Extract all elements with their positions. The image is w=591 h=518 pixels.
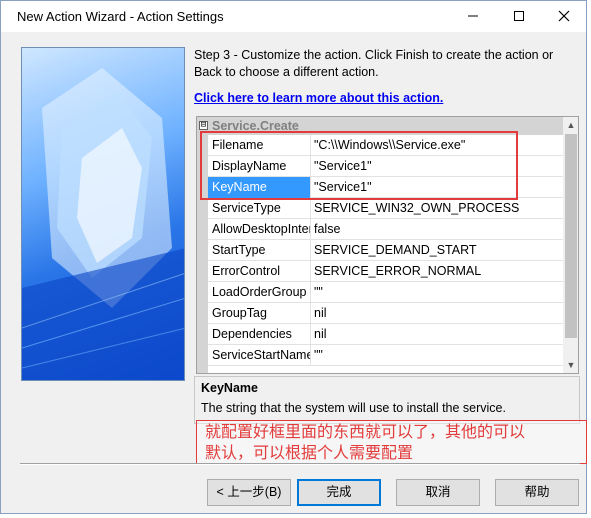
learn-more-link[interactable]: Click here to learn more about this acti… — [194, 91, 443, 105]
description-panel: KeyName The string that the system will … — [194, 376, 580, 424]
minimize-button[interactable] — [450, 1, 496, 32]
property-row[interactable]: KeyName "Service1" — [208, 177, 563, 198]
annotation-line-2: 默认，可以根据个人需要配置 — [205, 443, 414, 462]
help-button[interactable]: 帮助 — [495, 479, 579, 506]
wizard-banner-image — [21, 47, 185, 381]
property-name[interactable]: AllowDesktopInteract — [208, 219, 311, 240]
property-row[interactable]: StartType SERVICE_DEMAND_START — [208, 240, 563, 261]
property-name[interactable]: ServiceType — [208, 198, 311, 219]
property-name[interactable]: Dependencies — [208, 324, 311, 345]
maximize-button[interactable] — [496, 1, 542, 32]
scroll-thumb[interactable] — [565, 134, 577, 338]
property-rows: Filename "C:\\Windows\\Service.exe" Displa… — [208, 135, 563, 366]
property-name[interactable]: ServiceStartName — [208, 345, 311, 366]
window-title: New Action Wizard - Action Settings — [17, 9, 224, 24]
property-name[interactable]: Filename — [208, 135, 311, 156]
instructions-text: Step 3 - Customize the action. Click Fin… — [194, 48, 554, 79]
property-row[interactable]: AllowDesktopInteractfalse — [208, 219, 563, 240]
scroll-up-icon[interactable]: ▲ — [563, 117, 578, 133]
property-value[interactable]: "" — [312, 282, 563, 303]
cancel-button[interactable]: 取消 — [396, 479, 480, 506]
maximize-icon — [513, 9, 525, 25]
property-value[interactable]: nil — [312, 324, 563, 345]
property-value[interactable]: SERVICE_WIN32_OWN_PROCESS — [312, 198, 563, 219]
finish-button[interactable]: 完成 — [297, 479, 381, 506]
vertical-scrollbar[interactable]: ▲ ▼ — [563, 117, 578, 373]
property-row[interactable]: Dependencies nil — [208, 324, 563, 345]
property-row[interactable]: ServiceType SERVICE_WIN32_OWN_PROCESS — [208, 198, 563, 219]
property-row[interactable]: Filename "C:\\Windows\\Service.exe" — [208, 135, 563, 156]
property-value[interactable]: false — [312, 219, 563, 240]
property-row[interactable]: LoadOrderGroup "" — [208, 282, 563, 303]
description-text: The string that the system will use to i… — [201, 401, 506, 415]
property-row[interactable]: DisplayName "Service1" — [208, 156, 563, 177]
property-name[interactable]: LoadOrderGroup — [208, 282, 311, 303]
close-icon — [558, 9, 570, 25]
property-value[interactable]: "C:\\Windows\\Service.exe" — [312, 135, 563, 156]
wizard-window: New Action Wizard - Action Settings Step… — [0, 0, 587, 514]
property-value[interactable]: SERVICE_DEMAND_START — [312, 240, 563, 261]
property-value[interactable]: SERVICE_ERROR_NORMAL — [312, 261, 563, 282]
back-button[interactable]: < 上一步(B) — [207, 479, 291, 506]
title-bar[interactable]: New Action Wizard - Action Settings — [1, 1, 586, 32]
property-name[interactable]: KeyName — [208, 177, 311, 198]
scroll-down-icon[interactable]: ▼ — [563, 357, 578, 373]
property-name[interactable]: GroupTag — [208, 303, 311, 324]
annotation-note: 就配置好框里面的东西就可以了，其他的可以 默认，可以根据个人需要配置 — [196, 420, 587, 464]
property-value[interactable]: "" — [312, 345, 563, 366]
annotation-line-1: 就配置好框里面的东西就可以了，其他的可以 — [205, 422, 526, 441]
collapse-icon[interactable]: ⊟ — [199, 121, 208, 130]
property-name[interactable]: ErrorControl — [208, 261, 311, 282]
minimize-icon — [467, 9, 479, 25]
property-grid[interactable]: ⊟ Service.Create Filename "C:\\Windows\\S… — [196, 116, 579, 374]
property-name[interactable]: StartType — [208, 240, 311, 261]
property-row[interactable]: ErrorControl SERVICE_ERROR_NORMAL — [208, 261, 563, 282]
property-value[interactable]: nil — [312, 303, 563, 324]
property-value[interactable]: "Service1" — [312, 156, 563, 177]
separator — [20, 463, 580, 465]
property-row[interactable]: ServiceStartName "" — [208, 345, 563, 366]
property-row[interactable]: GroupTag nil — [208, 303, 563, 324]
property-name[interactable]: DisplayName — [208, 156, 311, 177]
grid-gutter — [197, 135, 208, 373]
category-header[interactable]: ⊟ Service.Create — [197, 117, 563, 135]
property-value[interactable]: "Service1" — [312, 177, 563, 198]
category-title: Service.Create — [212, 119, 299, 133]
close-button[interactable] — [541, 1, 587, 32]
description-title: KeyName — [201, 381, 258, 395]
